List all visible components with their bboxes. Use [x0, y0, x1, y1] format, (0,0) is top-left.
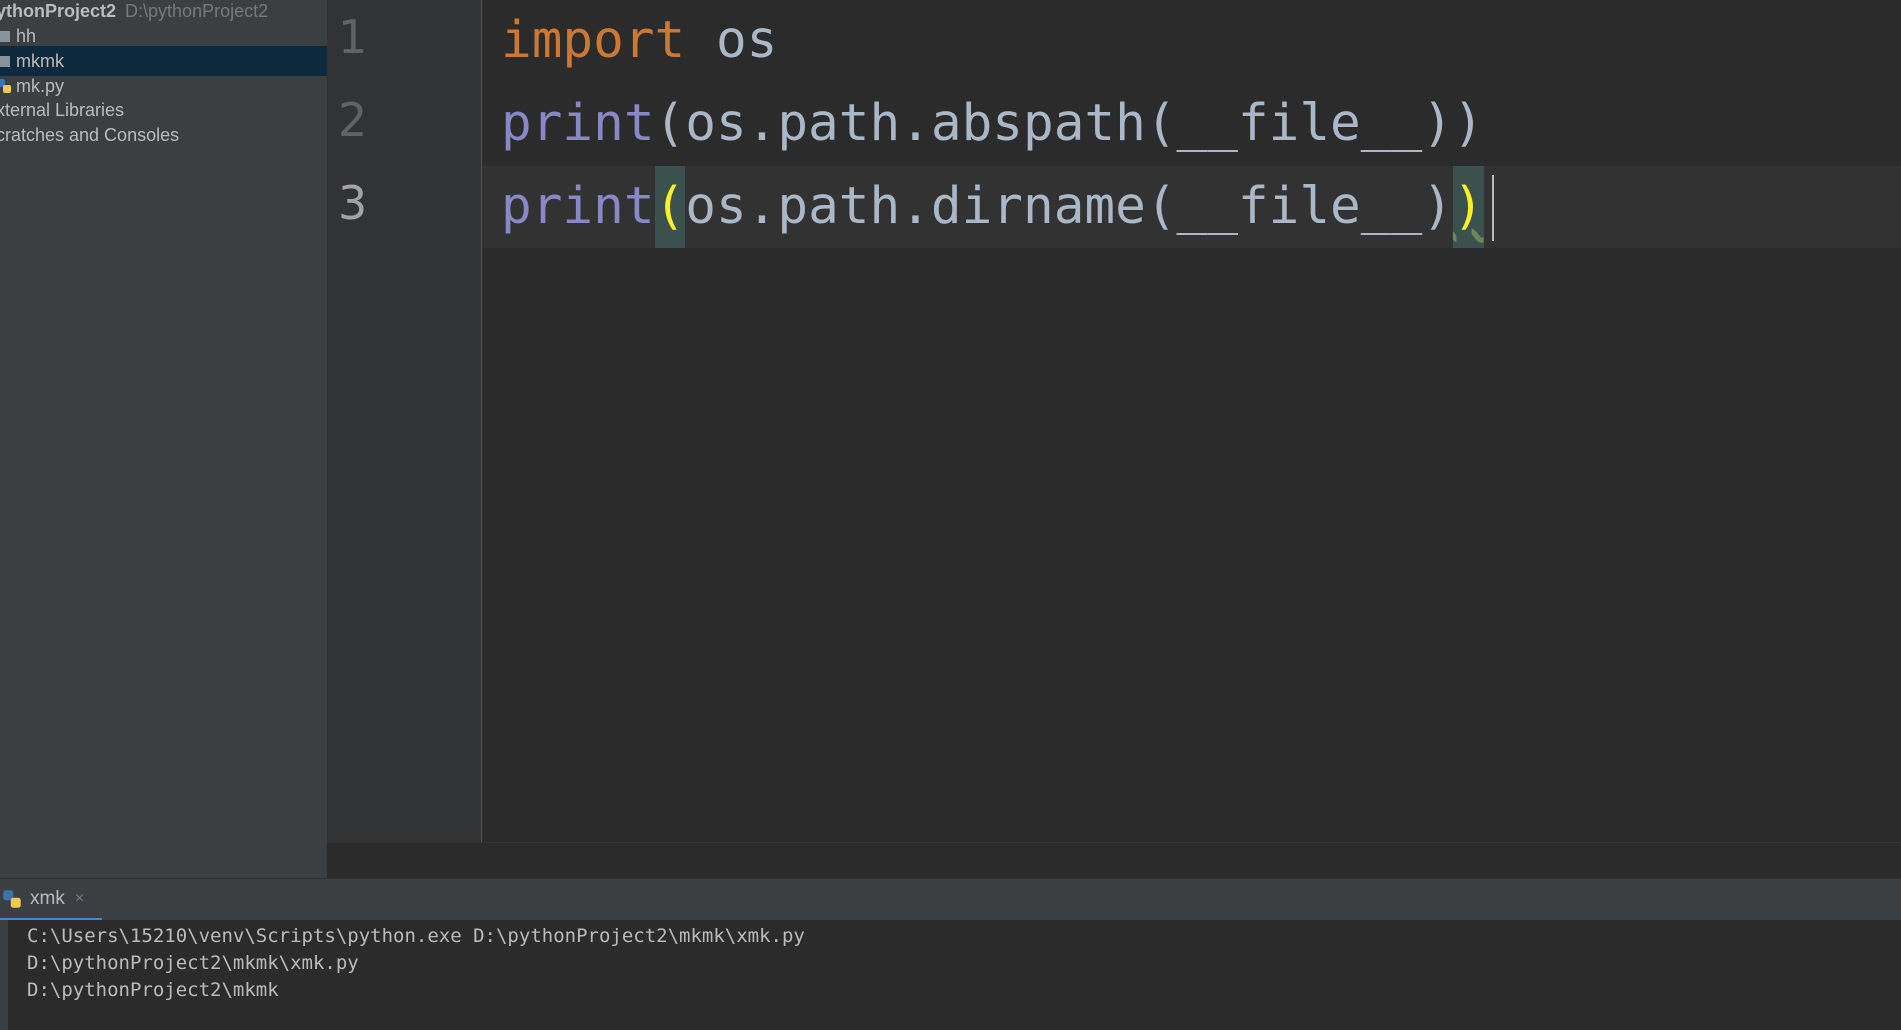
builtin-print: print: [501, 177, 655, 236]
editor-bottom-strip: [327, 842, 1901, 879]
folder-icon: [0, 30, 10, 42]
run-tool-window: xmk × C:\Users\15210\venv\Scripts\python…: [0, 878, 1901, 1030]
tree-item-label: cratches and Consoles: [0, 124, 180, 145]
keyword-import: import: [501, 11, 686, 70]
python-icon: [3, 889, 21, 908]
python-file-icon: [0, 79, 11, 93]
tree-item-label: xternal Libraries: [0, 99, 125, 120]
text-caret: [1492, 175, 1494, 241]
line-number-gutter[interactable]: 1 2 3: [327, 0, 482, 842]
code-text: os.path.dirname(__file__): [685, 177, 1453, 236]
line-number-current: 3: [338, 176, 368, 230]
code-line-3[interactable]: print(os.path.dirname(__file__)): [501, 166, 1484, 248]
tree-item-label: mkmk: [16, 50, 64, 71]
tree-item-label: hh: [16, 25, 37, 46]
code-editor[interactable]: 1 2 3 import os print(os.path.abspath(__…: [327, 0, 1901, 842]
console-line: D:\pythonProject2\mkmk: [27, 979, 279, 1001]
folder-icon: [0, 55, 10, 67]
matched-close-paren: ): [1452, 166, 1484, 248]
project-root-path: D:\pythonProject2: [125, 0, 269, 21]
run-tab-label: xmk: [30, 887, 65, 909]
close-icon[interactable]: ×: [75, 890, 84, 908]
tree-item-label: mk.py: [16, 75, 65, 96]
line-number: 2: [338, 93, 368, 147]
tree-item-scratches-consoles[interactable]: cratches and Consoles: [0, 120, 327, 150]
run-tab-xmk[interactable]: xmk ×: [0, 879, 102, 921]
builtin-print: print: [501, 94, 655, 153]
matched-open-paren: (: [654, 166, 686, 248]
project-root-name: ythonProject2: [0, 0, 117, 21]
code-text: (os.path.abspath(__file__)): [654, 94, 1484, 153]
code-text: os: [685, 11, 778, 70]
run-tab-bar: xmk ×: [0, 878, 1901, 921]
line-number: 1: [338, 10, 368, 64]
console-output[interactable]: C:\Users\15210\venv\Scripts\python.exe D…: [0, 920, 1901, 1030]
project-tool-window: ythonProject2 D:\pythonProject2 hh mkmk …: [0, 0, 327, 878]
code-line-1[interactable]: import os: [501, 0, 777, 82]
code-line-2[interactable]: print(os.path.abspath(__file__)): [501, 83, 1484, 165]
